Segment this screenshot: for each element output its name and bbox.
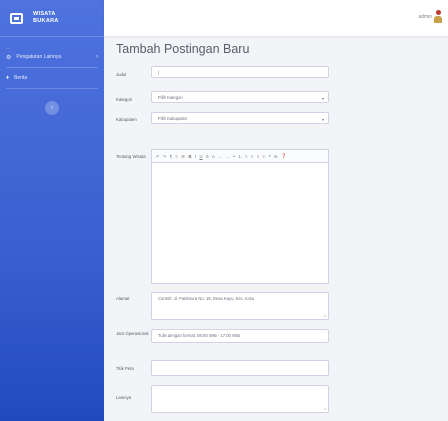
sidebar-item-news[interactable]: ♦ Berita (0, 72, 104, 84)
brand[interactable]: WISATA BUKARA (0, 0, 104, 37)
resize-grip-icon: ⌟ (323, 312, 326, 318)
underline-icon[interactable]: U (199, 154, 202, 159)
kabupaten-select[interactable]: Pilih Kabupaten ▾ (151, 112, 329, 124)
help-icon[interactable]: ❓ (281, 153, 286, 159)
editor-toolbar: ↶ ↷ ¶ ≡ ☰ B I U S A ← → • 1. ≡ ≡ ≡ ≡ ❝ ✉… (151, 149, 329, 163)
judul-input[interactable]: | (151, 66, 329, 78)
brand-name: WISATA BUKARA (33, 11, 59, 24)
align-justify-icon[interactable]: ≡ (263, 154, 265, 159)
undo-icon[interactable]: ↶ (156, 154, 160, 159)
kabupaten-label: Kabupaten (116, 117, 137, 122)
gear-icon: ⚙ (6, 54, 12, 61)
alamat-label: Alamat (116, 296, 130, 301)
chevron-left-icon: ‹ (51, 105, 53, 111)
align-left-icon[interactable]: ≡ (245, 154, 247, 159)
align-right-icon[interactable]: ≡ (257, 154, 259, 159)
link-icon[interactable]: ✉ (274, 154, 278, 159)
outdent-icon[interactable]: ← (218, 154, 222, 159)
list-icon[interactable]: ☰ (181, 154, 185, 159)
page-title: Tambah Postingan Baru (116, 42, 250, 56)
chevron-down-icon: ▾ (321, 96, 324, 101)
strike-icon[interactable]: S (206, 154, 209, 159)
avatar[interactable] (434, 10, 442, 24)
map-icon (10, 12, 23, 24)
align-center-icon[interactable]: ≡ (251, 154, 253, 159)
number-list-icon[interactable]: 1. (238, 154, 242, 159)
judul-label: Judul (116, 72, 127, 77)
alamat-textarea[interactable]: Contoh: Jl. Pattimura No. 19, Desa Kayu,… (151, 292, 329, 320)
lainnya-label: Lainnya (116, 395, 132, 400)
resize-grip-icon: ⌟ (323, 405, 326, 411)
jam-label: Jam Operasional (116, 331, 149, 336)
divider (6, 88, 98, 89)
jam-input[interactable]: Tulis dengan format: 08:00 WIB - 17:00 W… (151, 329, 329, 343)
sidebar-item-label: Berita (14, 75, 28, 81)
koordinat-label: Titik Peta (116, 366, 134, 371)
align-icon[interactable]: ≡ (175, 154, 177, 159)
sidebar: WISATA BUKARA --- ⚙ Pengaturan Lainnya ›… (0, 0, 104, 421)
chevron-right-icon: › (96, 54, 98, 60)
quote-icon[interactable]: ❝ (269, 154, 271, 159)
editor-content[interactable] (151, 163, 329, 284)
deskripsi-label: Tentang Wisata (116, 154, 146, 159)
koordinat-input[interactable] (151, 360, 329, 376)
divider (6, 67, 98, 68)
sidebar-heading: --- (6, 45, 10, 50)
italic-icon[interactable]: I (195, 154, 196, 159)
kategori-label: Kategori (116, 97, 133, 102)
paragraph-icon[interactable]: ¶ (170, 154, 172, 159)
bold-icon[interactable]: B (188, 154, 191, 159)
sidebar-toggle-button[interactable]: ‹ (45, 101, 59, 115)
chevron-down-icon: ▾ (321, 117, 324, 122)
bullet-list-icon[interactable]: • (233, 154, 234, 159)
sidebar-item-label: Pengaturan Lainnya (16, 54, 62, 60)
news-icon: ♦ (6, 75, 10, 81)
font-color-icon[interactable]: A (212, 154, 215, 159)
kategori-select[interactable]: Pilih Kategori ▾ (151, 91, 329, 103)
sidebar-item-settings[interactable]: ⚙ Pengaturan Lainnya › (0, 51, 104, 63)
indent-icon[interactable]: → (226, 154, 230, 159)
redo-icon[interactable]: ↷ (163, 154, 167, 159)
user-name[interactable]: admin (418, 14, 432, 20)
topbar: admin (104, 0, 448, 36)
lainnya-textarea[interactable]: ⌟ (151, 385, 329, 413)
